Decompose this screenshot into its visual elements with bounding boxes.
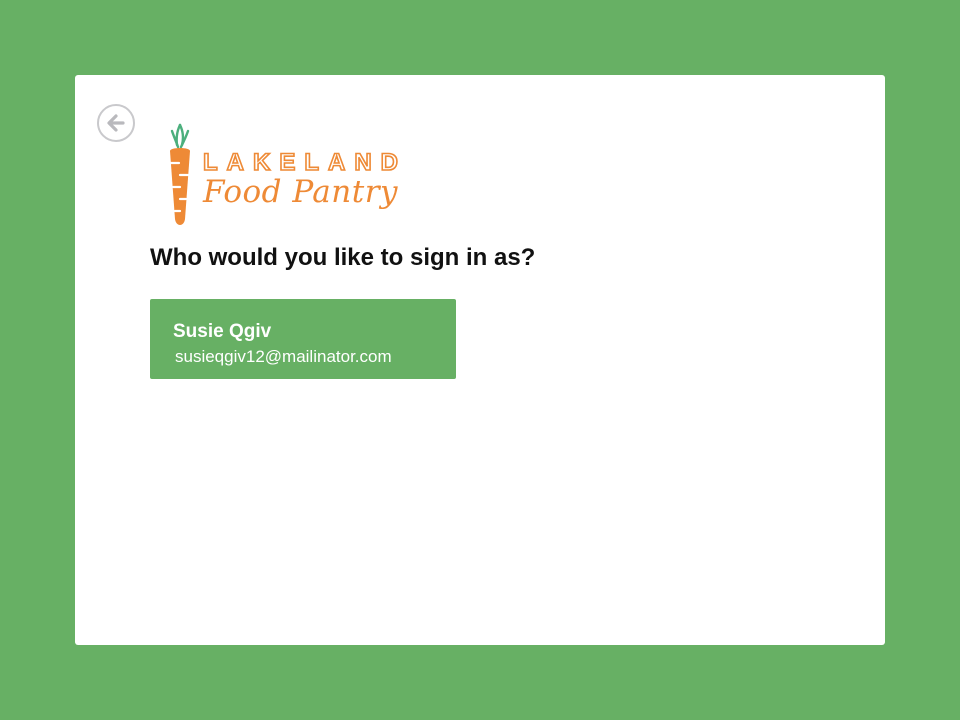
back-button[interactable] xyxy=(97,104,135,142)
logo-subtitle: Food Pantry xyxy=(203,174,399,210)
account-option-button[interactable]: Susie Qgiv susieqgiv12@mailinator.com xyxy=(150,299,456,379)
logo-title: LAKELAND xyxy=(202,149,407,176)
sign-in-prompt: Who would you like to sign in as? xyxy=(150,244,536,271)
lakeland-food-pantry-logo: LAKELAND Food Pantry xyxy=(163,123,408,231)
arrow-left-icon xyxy=(107,114,125,132)
account-email: susieqgiv12@mailinator.com xyxy=(175,347,392,366)
account-name: Susie Qgiv xyxy=(173,321,272,342)
carrot-icon xyxy=(169,123,190,225)
sign-in-card: LAKELAND Food Pantry Who would you like … xyxy=(75,75,885,645)
